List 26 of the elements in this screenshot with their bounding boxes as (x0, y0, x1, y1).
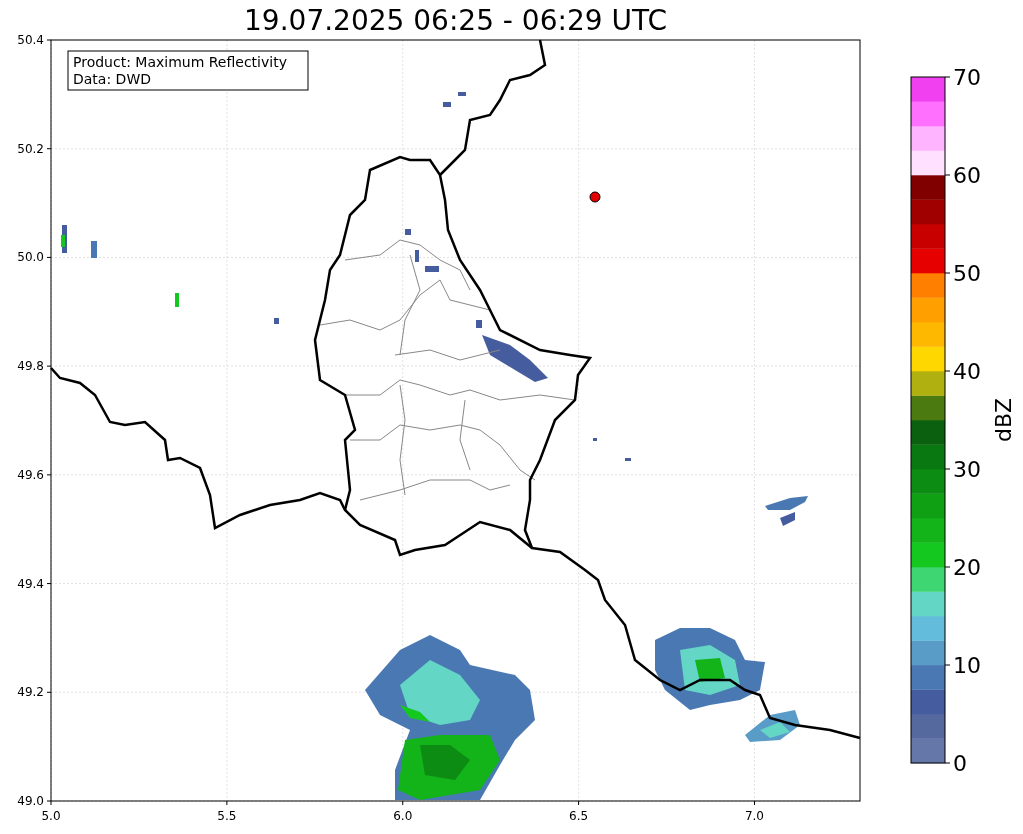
colorbar-tick-label: 40 (953, 359, 981, 384)
y-tick-label: 50.0 (17, 250, 44, 265)
info-text: Product: Maximum Reflectivity (73, 54, 287, 70)
colorbar-tick-label: 0 (953, 751, 967, 776)
colorbar-tick-label: 70 (953, 65, 981, 90)
y-tick-label: 50.4 (17, 33, 44, 47)
colorbar-tick-label: 60 (953, 163, 981, 188)
chart-title: 19.07.2025 06:25 - 06:29 UTC (244, 4, 667, 37)
x-tick-label: 7.0 (744, 809, 765, 823)
colorbar-tick-label: 30 (953, 457, 981, 482)
y-tick-label: 49.6 (17, 467, 44, 482)
y-tick-label: 50.2 (17, 141, 44, 156)
location-marker (589, 191, 601, 203)
y-tick-label: 49.2 (17, 685, 44, 700)
y-tick-label: 49.8 (17, 359, 44, 374)
x-tick-label: 5.0 (41, 809, 61, 823)
y-tick-label: 49.0 (17, 794, 44, 808)
x-tick-label: 6.0 (393, 809, 413, 823)
info-text: Data: DWD (73, 71, 151, 87)
colorbar-tick-label: 10 (953, 653, 981, 678)
y-tick-label: 49.4 (17, 576, 44, 591)
x-tick-label: 6.5 (569, 809, 589, 823)
colorbar-tick-label: 20 (953, 555, 981, 580)
x-tick-label: 5.5 (217, 809, 237, 823)
colorbar-tick-label: 50 (953, 261, 981, 286)
colorbar-label: dBZ (991, 397, 1016, 443)
